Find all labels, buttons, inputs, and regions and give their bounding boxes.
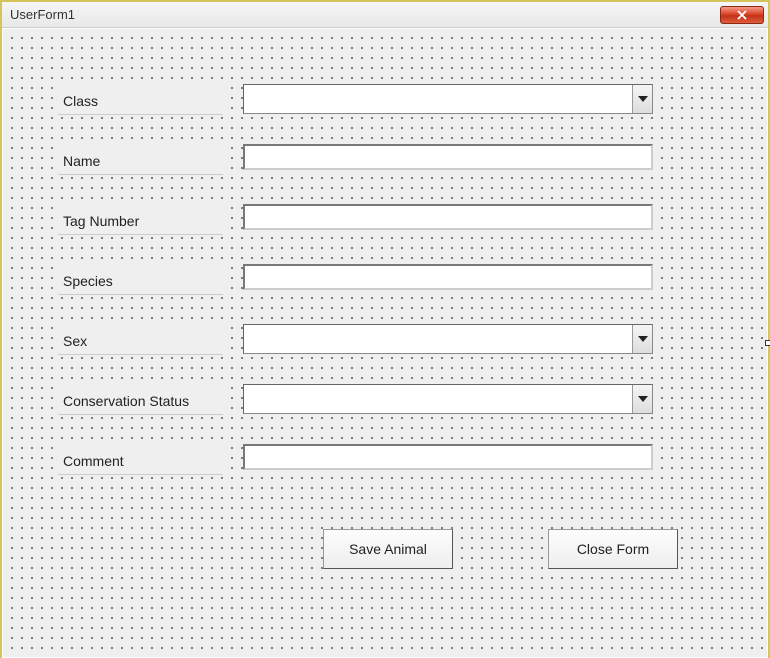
sex-combobox[interactable]	[243, 324, 653, 354]
label-species-text: Species	[63, 273, 113, 289]
label-class: Class	[58, 87, 223, 115]
tag-number-textbox[interactable]	[243, 204, 653, 230]
save-label: Save Animal	[349, 541, 427, 557]
label-tag-number-text: Tag Number	[63, 213, 139, 229]
chevron-down-icon	[638, 336, 648, 342]
chevron-down-icon	[638, 396, 648, 402]
label-tag-number: Tag Number	[58, 207, 223, 235]
conservation-value	[244, 385, 632, 413]
dropdown-button[interactable]	[632, 385, 652, 413]
window-title: UserForm1	[10, 7, 75, 22]
dropdown-button[interactable]	[632, 85, 652, 113]
label-name: Name	[58, 147, 223, 175]
resize-handle[interactable]	[765, 340, 770, 346]
species-textbox[interactable]	[243, 264, 653, 290]
label-class-text: Class	[63, 93, 98, 109]
name-textbox[interactable]	[243, 144, 653, 170]
sex-value	[244, 325, 632, 353]
userform-window: UserForm1 Class Name Tag Number	[0, 0, 770, 658]
close-form-button[interactable]: Close Form	[548, 529, 678, 569]
class-combobox[interactable]	[243, 84, 653, 114]
label-species: Species	[58, 267, 223, 295]
close-icon	[736, 10, 748, 20]
comment-textbox[interactable]	[243, 444, 653, 470]
label-sex-text: Sex	[63, 333, 87, 349]
chevron-down-icon	[638, 96, 648, 102]
label-conservation: Conservation Status	[58, 387, 223, 415]
class-value	[244, 85, 632, 113]
close-form-label: Close Form	[577, 541, 649, 557]
dropdown-button[interactable]	[632, 325, 652, 353]
label-conservation-text: Conservation Status	[63, 393, 189, 409]
form-designer-surface[interactable]: Class Name Tag Number Species	[3, 29, 767, 657]
titlebar: UserForm1	[2, 2, 768, 28]
label-sex: Sex	[58, 327, 223, 355]
label-comment-text: Comment	[63, 453, 124, 469]
label-comment: Comment	[58, 447, 223, 475]
conservation-combobox[interactable]	[243, 384, 653, 414]
save-animal-button[interactable]: Save Animal	[323, 529, 453, 569]
close-window-button[interactable]	[720, 6, 764, 24]
label-name-text: Name	[63, 153, 100, 169]
